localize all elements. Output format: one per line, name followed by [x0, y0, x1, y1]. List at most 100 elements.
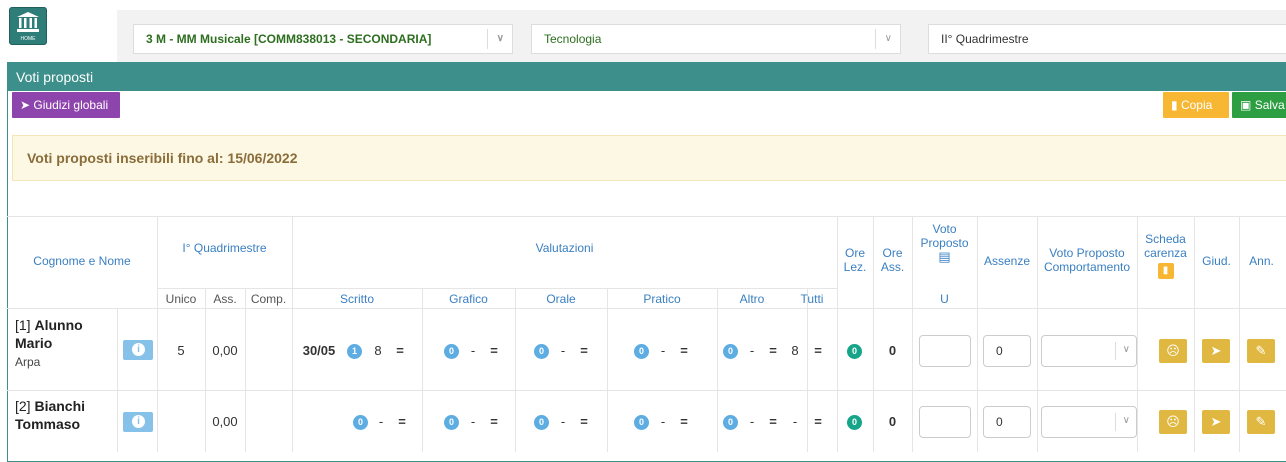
subject-select[interactable]: Tecnologia ∨: [531, 24, 901, 54]
sad-face-icon: ☹: [1166, 343, 1180, 358]
header-ore-ass: Ore Ass.: [880, 246, 905, 274]
ore-lez-badge[interactable]: 0: [847, 344, 862, 359]
header-quadrimestre: I° Quadrimestre: [182, 241, 267, 255]
orale-eq[interactable]: =: [575, 414, 593, 429]
altro-eq[interactable]: =: [764, 414, 782, 429]
header-valutazioni: Valutazioni: [535, 241, 594, 255]
gavel-icon: ➤: [1210, 414, 1222, 429]
tutti-eq[interactable]: =: [809, 414, 827, 429]
gavel-button[interactable]: ➤: [1202, 410, 1230, 434]
ass-value: 0,00: [212, 343, 238, 358]
tutti-avg: 8: [791, 343, 799, 358]
top-bar: HOME 3 M - MM Musicale [COMM838013 - SEC…: [0, 0, 1286, 64]
info-icon: i: [132, 343, 145, 356]
unico-value: 5: [177, 343, 185, 358]
edit-icon: ✎: [1255, 343, 1267, 358]
header-ore-lez: Ore Lez.: [843, 246, 867, 274]
grafico-count-badge[interactable]: 0: [444, 415, 459, 430]
chevron-down-icon: ∨: [496, 33, 504, 44]
orale-avg: -: [560, 343, 566, 358]
document-icon[interactable]: ▮: [1157, 263, 1174, 279]
pratico-eq[interactable]: =: [675, 343, 693, 358]
subheader-grafico: Grafico: [449, 292, 488, 306]
ore-ass-value: 0: [888, 343, 897, 358]
class-select-value: 3 M - MM Musicale [COMM838013 - SECONDAR…: [146, 32, 432, 46]
edit-icon: ✎: [1255, 414, 1267, 429]
ass-value: 0,00: [212, 414, 238, 429]
gavel-icon: ➤: [20, 98, 31, 112]
ore-lez-badge[interactable]: 0: [847, 415, 862, 430]
comportamento-select[interactable]: ∨: [1041, 335, 1137, 367]
assenze-input[interactable]: 0: [983, 406, 1031, 438]
scritto-eq[interactable]: =: [393, 414, 411, 429]
home-label: HOME: [20, 36, 36, 42]
class-select[interactable]: 3 M - MM Musicale [COMM838013 - SECONDAR…: [133, 24, 513, 54]
info-button[interactable]: i: [123, 340, 153, 360]
scritto-avg: 8: [374, 343, 382, 358]
orale-count-badge[interactable]: 0: [534, 415, 549, 430]
header-ann: Ann.: [1249, 254, 1274, 268]
building-icon: [17, 12, 39, 32]
orale-avg: -: [560, 414, 566, 429]
sad-face-icon: ☹: [1166, 414, 1180, 429]
voto-proposto-input[interactable]: [919, 335, 971, 367]
sad-face-button[interactable]: ☹: [1159, 410, 1187, 434]
altro-count-badge[interactable]: 0: [723, 344, 738, 359]
altro-count-badge[interactable]: 0: [723, 415, 738, 430]
info-button[interactable]: i: [123, 412, 153, 432]
header-voto-proposto: Voto Proposto ▤: [920, 222, 969, 264]
header-voto-comportamento: Voto Proposto Comportamento: [1043, 246, 1131, 274]
giudizi-globali-button[interactable]: ➤ Giudizi globali: [12, 92, 120, 118]
copia-button[interactable]: ▮ Copia: [1163, 92, 1229, 118]
pratico-eq[interactable]: =: [675, 414, 693, 429]
period-select-value: II° Quadrimestre: [941, 32, 1029, 46]
chevron-down-icon: ∨: [884, 33, 892, 44]
ore-ass-value: 0: [888, 414, 897, 429]
header-scheda-carenza: Scheda carenza ▮: [1137, 232, 1194, 279]
subheader-pratico: Pratico: [643, 292, 681, 306]
deadline-alert: Voti proposti inseribili fino al: 15/06/…: [12, 135, 1286, 181]
pratico-count-badge[interactable]: 0: [634, 344, 649, 359]
sad-face-button[interactable]: ☹: [1159, 339, 1187, 363]
grafico-avg: -: [470, 414, 476, 429]
subheader-unico: Unico: [165, 292, 197, 306]
gavel-icon: ➤: [1210, 343, 1222, 358]
info-icon: i: [132, 415, 145, 428]
gavel-button[interactable]: ➤: [1202, 339, 1230, 363]
altro-avg: -: [749, 414, 755, 429]
header-cognome-nome: Cognome e Nome: [33, 254, 131, 268]
tutti-avg: -: [792, 414, 798, 429]
altro-avg: -: [749, 343, 755, 358]
comportamento-select[interactable]: ∨: [1041, 406, 1137, 438]
assenze-input[interactable]: 0: [983, 335, 1031, 367]
list-icon[interactable]: ▤: [938, 249, 950, 264]
subheader-orale: Orale: [546, 292, 576, 306]
voto-proposto-input[interactable]: [919, 406, 971, 438]
student-name: [2] Bianchi Tommaso: [15, 398, 86, 432]
scritto-date: 30/05: [302, 343, 336, 358]
orale-count-badge[interactable]: 0: [534, 344, 549, 359]
orale-eq[interactable]: =: [575, 343, 593, 358]
subheader-comp: Comp.: [250, 292, 287, 306]
scritto-eq[interactable]: =: [391, 343, 409, 358]
grafico-count-badge[interactable]: 0: [444, 344, 459, 359]
header-assenze: Assenze: [983, 254, 1031, 268]
period-select[interactable]: II° Quadrimestre: [928, 24, 1286, 54]
tutti-eq[interactable]: =: [809, 343, 827, 358]
header-giud: Giud.: [1202, 254, 1231, 268]
home-button[interactable]: HOME: [9, 7, 47, 45]
scritto-avg: -: [378, 414, 384, 429]
edit-button[interactable]: ✎: [1247, 410, 1275, 434]
grafico-eq[interactable]: =: [485, 414, 503, 429]
student-name: [1] Alunno Mario Arpa: [15, 317, 83, 369]
grades-table: Cognome e Nome I° Quadrimestre Valutazio…: [7, 216, 1286, 452]
altro-eq[interactable]: =: [764, 343, 782, 358]
edit-button[interactable]: ✎: [1247, 339, 1275, 363]
scritto-count-badge[interactable]: 0: [353, 415, 368, 430]
scritto-count-badge[interactable]: 1: [347, 344, 362, 359]
grafico-eq[interactable]: =: [485, 343, 503, 358]
subheader-u: U: [940, 292, 949, 306]
pratico-count-badge[interactable]: 0: [634, 415, 649, 430]
salva-button[interactable]: ▣ Salva: [1232, 92, 1286, 118]
save-icon: ▣: [1240, 98, 1252, 112]
